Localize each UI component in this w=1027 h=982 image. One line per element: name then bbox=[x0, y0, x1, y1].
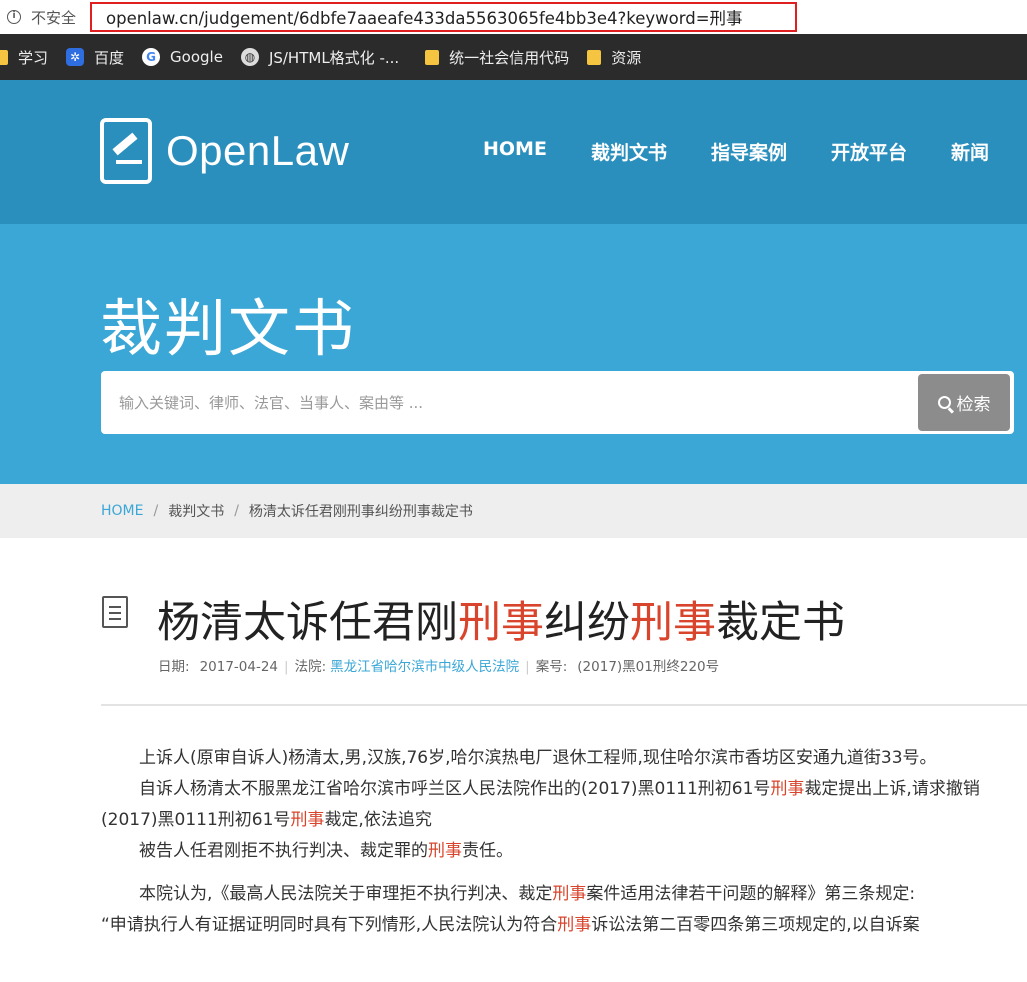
folder-icon bbox=[587, 49, 602, 65]
folder-icon bbox=[425, 49, 440, 65]
paragraph-text: 本院认为,《最高人民法院关于审理拒不执行判决、裁定 bbox=[139, 884, 553, 904]
bookmark-label: 学习 bbox=[18, 48, 49, 67]
case-label: 案号: bbox=[535, 659, 568, 675]
keyword-highlight: 刑事 bbox=[770, 779, 805, 799]
document-body: 上诉人(原审自诉人)杨清太,男,汉族,76岁,哈尔滨热电厂退休工程师,现住哈尔滨… bbox=[101, 743, 1027, 941]
title-part: 纠纷 bbox=[544, 598, 630, 648]
paragraph-text: 诉讼法第二百零四条第三项规定的,以自诉案 bbox=[591, 915, 920, 935]
logo-text: OpenLaw bbox=[166, 127, 350, 174]
bookmark-label: 统一社会信用代码 bbox=[449, 48, 570, 67]
nav-judgements[interactable]: 裁判文书 bbox=[591, 138, 667, 165]
keyword-highlight: 刑事 bbox=[290, 810, 325, 830]
breadcrumb-current: 杨清太诉任君刚刑事纠纷刑事裁定书 bbox=[248, 504, 473, 520]
paragraph: 本院认为,《最高人民法院关于审理拒不执行判决、裁定刑事案件适用法律若干问题的解释… bbox=[101, 879, 1027, 910]
hero-banner: 裁判文书 检索 bbox=[0, 224, 1027, 484]
nav-news[interactable]: 新闻 bbox=[951, 138, 989, 165]
date-value: 2017-04-24 bbox=[199, 659, 279, 675]
paragraph: 自诉人杨清太不服黑龙江省哈尔滨市呼兰区人民法院作出的(2017)黑0111刑初6… bbox=[101, 774, 1027, 836]
breadcrumb-home[interactable]: HOME bbox=[101, 503, 143, 519]
security-label[interactable]: 不安全 bbox=[31, 7, 76, 28]
paragraph: “申请执行人有证据证明同时具有下列情形,人民法院认为符合刑事诉讼法第二百零四条第… bbox=[101, 910, 1027, 941]
paragraph-text: 案件适用法律若干问题的解释》第三条规定: bbox=[586, 884, 916, 904]
logo[interactable]: OpenLaw bbox=[100, 118, 349, 184]
paragraph: 被告人任君刚拒不执行判决、裁定罪的刑事责任。 bbox=[101, 836, 1027, 867]
paragraph-text: 被告人任君刚拒不执行判决、裁定罪的 bbox=[139, 841, 428, 861]
bookmark-google[interactable]: G Google bbox=[142, 48, 223, 66]
title-part: 杨清太诉任君刚 bbox=[157, 598, 458, 648]
breadcrumb-section[interactable]: 裁判文书 bbox=[168, 501, 224, 521]
keyword-highlight: 刑事 bbox=[428, 841, 462, 861]
search-icon bbox=[937, 396, 951, 409]
paragraph-text: 裁定,依法追究 bbox=[324, 810, 432, 830]
keyword-highlight: 刑事 bbox=[552, 884, 587, 904]
document-meta: 日期: 2017-04-24 | 法院: 黑龙江省哈尔滨市中级人民法院 | 案号: (2017… bbox=[158, 659, 720, 675]
nav-home[interactable]: HOME bbox=[483, 138, 547, 165]
breadcrumb: HOME / 裁判文书 / 杨清太诉任君刚刑事纠纷刑事裁定书 bbox=[0, 484, 1027, 538]
title-keyword: 刑事 bbox=[630, 598, 716, 648]
paragraph-text: 责任。 bbox=[462, 841, 513, 861]
gavel-book-icon bbox=[100, 118, 152, 184]
bookmark-credit-code[interactable]: 统一社会信用代码 bbox=[425, 47, 569, 68]
case-number: (2017)黑01刑终220号 bbox=[577, 659, 720, 675]
info-icon[interactable]: i bbox=[7, 10, 21, 24]
globe-icon: ◍ bbox=[240, 48, 259, 66]
bookmark-label: 资源 bbox=[611, 48, 642, 67]
title-keyword: 刑事 bbox=[458, 598, 544, 648]
search-button-label: 检索 bbox=[956, 395, 991, 415]
folder-icon bbox=[0, 49, 8, 65]
search-button[interactable]: 检索 bbox=[918, 374, 1010, 431]
date-label: 日期: bbox=[158, 659, 190, 675]
bookmark-label: Google bbox=[170, 48, 223, 66]
paragraph-text: 自诉人杨清太不服黑龙江省哈尔滨市呼兰区人民法院作出的(2017)黑0111刑初6… bbox=[139, 779, 771, 799]
search-input[interactable] bbox=[119, 371, 909, 434]
paragraph-text: “申请执行人有证据证明同时具有下列情形,人民法院认为符合 bbox=[101, 915, 558, 935]
bookmark-baidu[interactable]: ✲ 百度 bbox=[66, 47, 124, 68]
divider bbox=[101, 704, 1027, 706]
google-icon: G bbox=[142, 48, 161, 66]
baidu-icon: ✲ bbox=[66, 48, 85, 66]
keyword-highlight: 刑事 bbox=[557, 915, 592, 935]
nav-open-platform[interactable]: 开放平台 bbox=[831, 138, 907, 165]
nav-guiding-cases[interactable]: 指导案例 bbox=[711, 138, 787, 165]
document-icon bbox=[102, 596, 128, 628]
bookmark-study[interactable]: 学习 bbox=[0, 47, 48, 68]
court-label: 法院: bbox=[294, 659, 327, 675]
paragraph-text: 上诉人(原审自诉人)杨清太,男,汉族,76岁,哈尔滨热电厂退休工程师,现住哈尔滨… bbox=[139, 748, 937, 768]
main-nav: HOME 裁判文书 指导案例 开放平台 新闻 bbox=[439, 138, 989, 165]
bookmarks-bar: 学习 ✲ 百度 G Google ◍ JS/HTML格式化 -... 统一社会信… bbox=[0, 34, 1027, 80]
url-field[interactable]: openlaw.cn/judgement/6dbfe7aaeafe433da55… bbox=[90, 2, 797, 32]
court-link[interactable]: 黑龙江省哈尔滨市中级人民法院 bbox=[330, 659, 519, 675]
bookmark-label: 百度 bbox=[94, 48, 125, 67]
page-title: 杨清太诉任君刚刑事纠纷刑事裁定书 bbox=[157, 588, 845, 650]
site-header: OpenLaw HOME 裁判文书 指导案例 开放平台 新闻 bbox=[0, 80, 1027, 224]
breadcrumb-separator: / bbox=[234, 503, 239, 519]
hero-title: 裁判文书 bbox=[100, 292, 357, 365]
paragraph: 上诉人(原审自诉人)杨清太,男,汉族,76岁,哈尔滨热电厂退休工程师,现住哈尔滨… bbox=[101, 743, 1027, 774]
url-text[interactable]: openlaw.cn/judgement/6dbfe7aaeafe433da55… bbox=[106, 5, 743, 29]
bookmark-formatter[interactable]: ◍ JS/HTML格式化 -... bbox=[240, 47, 400, 68]
bookmark-resources[interactable]: 资源 bbox=[587, 47, 641, 68]
bookmark-label: JS/HTML格式化 -... bbox=[268, 48, 400, 67]
search-box: 检索 bbox=[101, 371, 1014, 434]
title-part: 裁定书 bbox=[716, 598, 845, 648]
address-bar: i 不安全 openlaw.cn/judgement/6dbfe7aaeafe4… bbox=[0, 0, 1027, 34]
breadcrumb-separator: / bbox=[153, 503, 159, 519]
